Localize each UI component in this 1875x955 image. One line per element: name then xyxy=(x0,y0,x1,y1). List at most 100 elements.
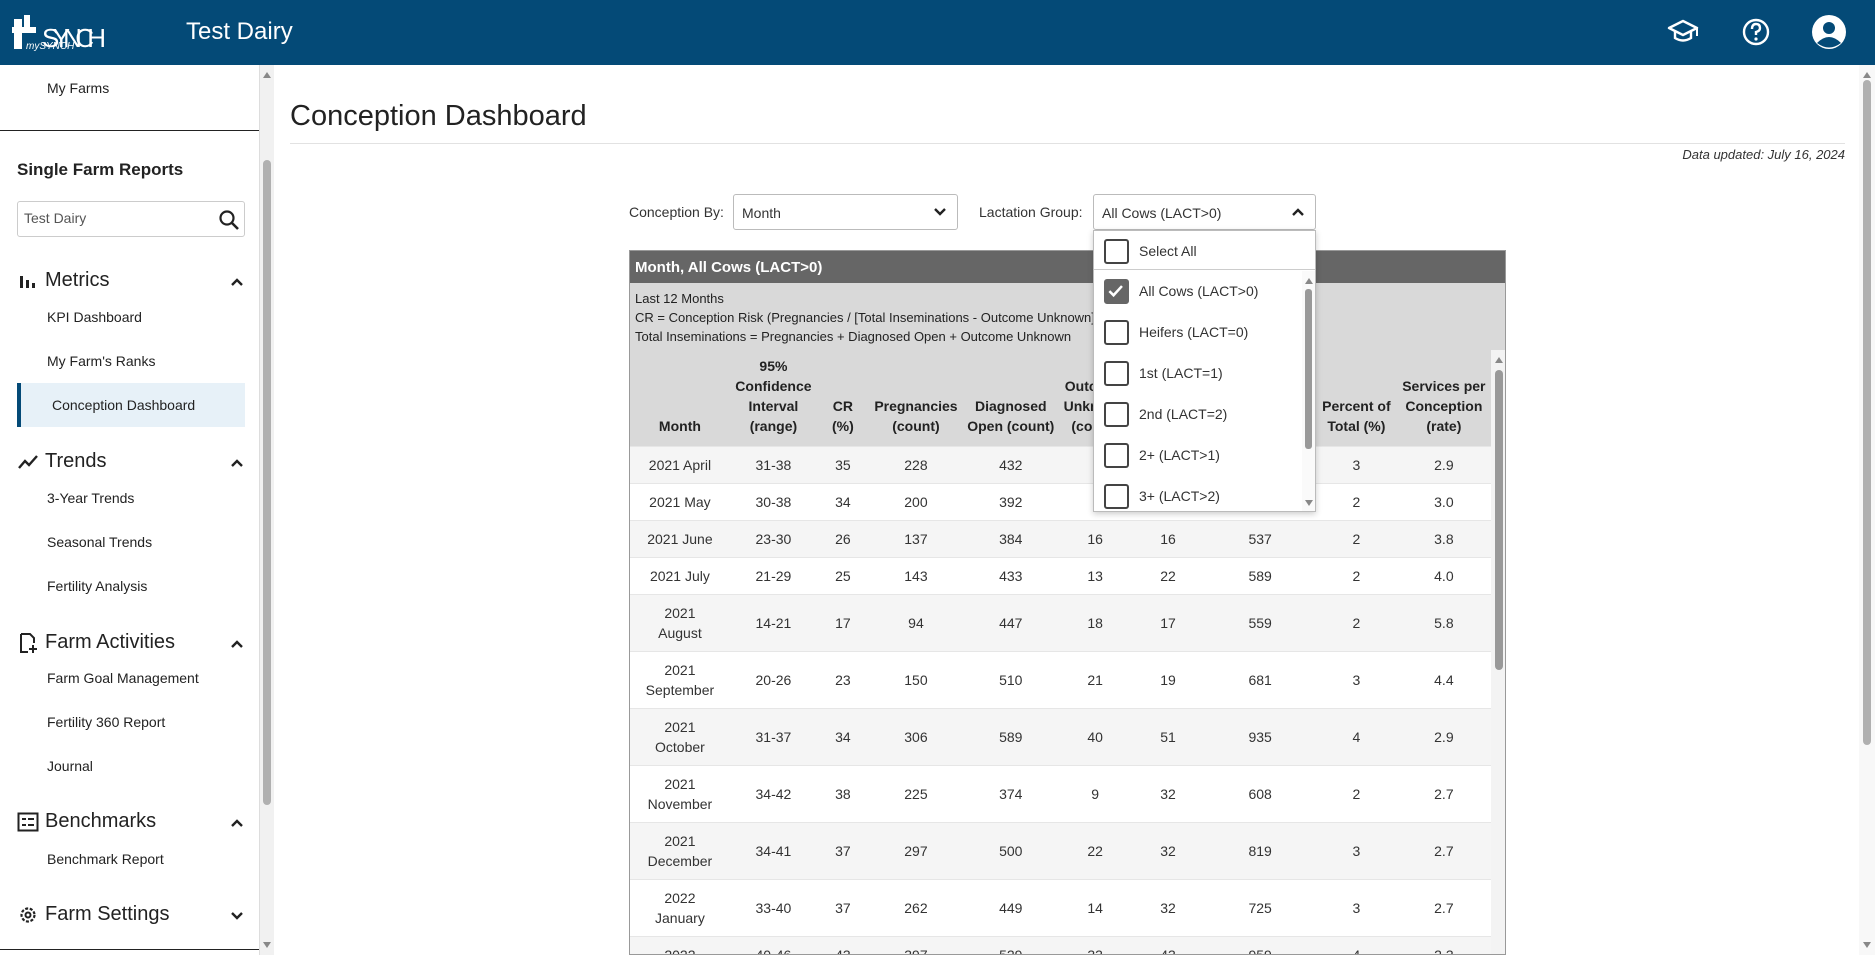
sidebar-item-seasonal-trends[interactable]: Seasonal Trends xyxy=(47,534,152,550)
table-scroll-thumb[interactable] xyxy=(1495,370,1503,670)
dropdown-scrollbar[interactable] xyxy=(1302,271,1315,511)
conception-by-value: Month xyxy=(742,205,781,221)
sidebar-scroll-thumb[interactable] xyxy=(263,160,271,805)
page-scroll-thumb[interactable] xyxy=(1863,80,1871,745)
sidebar-group-metrics[interactable]: Metrics xyxy=(17,269,109,292)
sidebar-group-benchmarks[interactable]: Benchmarks xyxy=(17,810,156,833)
value-cell: 23 xyxy=(817,651,869,709)
sidebar-group-trends[interactable]: Trends xyxy=(17,450,107,473)
column-header: Services per Conception (rate) xyxy=(1396,350,1491,447)
sidebar-scrollbar[interactable] xyxy=(260,65,274,955)
column-header: Month xyxy=(630,350,730,447)
checkbox-icon[interactable] xyxy=(1104,402,1129,427)
dropdown-scroll-up-arrow[interactable] xyxy=(1305,278,1313,284)
search-icon[interactable] xyxy=(218,209,240,231)
dropdown-scroll-thumb[interactable] xyxy=(1305,289,1312,449)
table-header-row: Month 95% Confidence Interval (range) CR (… xyxy=(630,350,1491,447)
sidebar-item-kpi-dashboard[interactable]: KPI Dashboard xyxy=(47,309,142,325)
page-scroll-up-arrow[interactable] xyxy=(1863,72,1871,78)
chevron-up-icon[interactable] xyxy=(230,639,244,649)
sidebar-item-journal[interactable]: Journal xyxy=(47,758,93,774)
benchmarks-label: Benchmarks xyxy=(45,810,157,833)
value-cell: 2 xyxy=(1316,483,1397,521)
value-cell: 40 xyxy=(1058,708,1132,766)
sidebar-item-conception-dashboard[interactable]: Conception Dashboard xyxy=(52,397,195,413)
lactation-option[interactable]: Select All xyxy=(1094,231,1304,271)
account-icon[interactable] xyxy=(1811,14,1847,50)
sidebar-item-3-year-trends[interactable]: 3-Year Trends xyxy=(47,490,134,506)
month-cell: 2021 November xyxy=(630,765,730,823)
value-cell: 589 xyxy=(963,708,1059,766)
value-cell: 33-40 xyxy=(729,879,817,937)
checkbox-icon[interactable] xyxy=(1104,443,1129,468)
table-scroll-up-arrow[interactable] xyxy=(1495,357,1503,363)
value-cell: 392 xyxy=(963,483,1059,521)
lactation-option[interactable]: 1st (LACT=1) xyxy=(1094,353,1304,393)
conception-by-select[interactable]: Month xyxy=(733,194,958,230)
month-cell: 2021 October xyxy=(630,708,730,766)
sidebar-item-farm-goal-management[interactable]: Farm Goal Management xyxy=(47,670,199,686)
table-row: 2021 April 31-38 35 228 432 3 2.9 xyxy=(630,446,1491,484)
lactation-group-label: Lactation Group: xyxy=(979,204,1083,220)
benchmark-icon xyxy=(17,812,39,832)
help-icon[interactable] xyxy=(1738,14,1774,50)
page-scrollbar[interactable] xyxy=(1859,65,1875,955)
table-row: 2021 October 31-37 34 306 589 40 51 935 4 2.9 xyxy=(630,708,1491,766)
table-scrollbar[interactable] xyxy=(1491,350,1505,954)
value-cell: 14 xyxy=(1058,879,1132,937)
mysynch-logo[interactable]: mySYNCH SYNCH xyxy=(12,13,108,53)
scroll-down-arrow[interactable] xyxy=(263,942,271,948)
value-cell: 2.7 xyxy=(1396,879,1491,937)
chevron-up-icon[interactable] xyxy=(230,277,244,287)
month-cell: 2021 August xyxy=(630,594,730,652)
value-cell: 537 xyxy=(1204,520,1317,558)
top-bar: mySYNCH SYNCH Test Dairy xyxy=(0,0,1875,65)
sidebar-item-my-farms-ranks[interactable]: My Farm's Ranks xyxy=(47,353,155,369)
farm-activities-label: Farm Activities xyxy=(45,631,176,654)
checkbox-icon[interactable] xyxy=(1104,361,1129,386)
page-scroll-down-arrow[interactable] xyxy=(1863,942,1871,948)
value-cell: 32 xyxy=(1131,822,1205,880)
scroll-up-arrow[interactable] xyxy=(263,72,271,78)
value-cell: 17 xyxy=(817,594,869,652)
chevron-down-icon[interactable] xyxy=(230,911,244,921)
checkmark-icon xyxy=(1108,285,1123,298)
sidebar-item-my-farms[interactable]: My Farms xyxy=(47,80,109,96)
value-cell: 500 xyxy=(963,822,1059,880)
lactation-option-label: 3+ (LACT>2) xyxy=(1139,488,1220,504)
dropdown-scroll-down-arrow[interactable] xyxy=(1305,500,1313,506)
sidebar-item-fertility-analysis[interactable]: Fertility Analysis xyxy=(47,578,147,594)
sidebar-group-farm-settings[interactable]: Farm Settings xyxy=(17,903,169,926)
lactation-option[interactable]: 2+ (LACT>1) xyxy=(1094,435,1304,475)
lactation-option[interactable]: All Cows (LACT>0) xyxy=(1094,271,1304,311)
lactation-option[interactable]: 3+ (LACT>2) xyxy=(1094,476,1304,511)
sidebar-item-benchmark-report[interactable]: Benchmark Report xyxy=(47,851,164,867)
panel-header: Month, All Cows (LACT>0) xyxy=(630,251,1505,283)
farm-search-input[interactable] xyxy=(24,210,214,226)
lactation-group-value: All Cows (LACT>0) xyxy=(1102,205,1222,221)
chevron-up-icon xyxy=(1292,208,1304,216)
checkbox-icon[interactable] xyxy=(1104,239,1129,264)
value-cell: 681 xyxy=(1204,651,1317,709)
chevron-up-icon[interactable] xyxy=(230,458,244,468)
lactation-option[interactable]: Heifers (LACT=0) xyxy=(1094,312,1304,352)
farm-search[interactable] xyxy=(17,201,245,237)
value-cell: 43 xyxy=(817,936,869,954)
graduation-cap-icon[interactable] xyxy=(1665,14,1701,50)
chevron-up-icon[interactable] xyxy=(230,818,244,828)
lactation-option-label: All Cows (LACT>0) xyxy=(1139,283,1259,299)
lactation-option[interactable]: 2nd (LACT=2) xyxy=(1094,394,1304,434)
sidebar-item-fertility-360-report[interactable]: Fertility 360 Report xyxy=(47,714,165,730)
checkbox-checked-icon[interactable] xyxy=(1104,279,1129,304)
value-cell: 200 xyxy=(868,483,964,521)
table-row: 2021 September 20-26 23 150 510 21 19 681 3 4.4 xyxy=(630,651,1491,709)
sidebar-group-farm-activities[interactable]: Farm Activities xyxy=(17,631,175,654)
checkbox-icon[interactable] xyxy=(1104,484,1129,509)
value-cell: 4 xyxy=(1316,708,1397,766)
lactation-option-label: 2+ (LACT>1) xyxy=(1139,447,1220,463)
value-cell: 4 xyxy=(1316,936,1397,954)
value-cell: 2.3 xyxy=(1396,936,1491,954)
checkbox-icon[interactable] xyxy=(1104,320,1129,345)
value-cell: 35 xyxy=(817,446,869,484)
lactation-group-select[interactable]: All Cows (LACT>0) xyxy=(1093,194,1316,230)
